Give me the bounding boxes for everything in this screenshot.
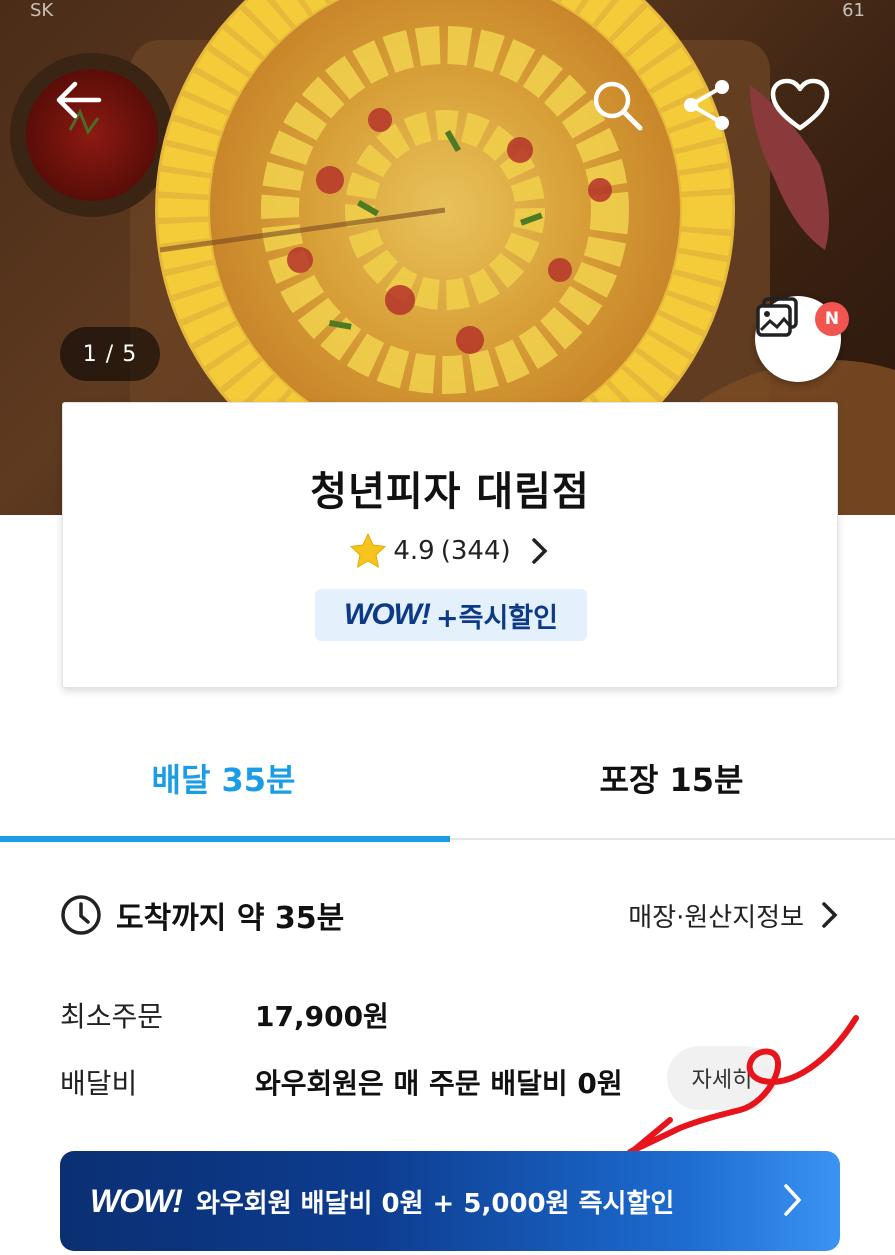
image-pager: 1 / 5	[60, 327, 160, 381]
heart-icon	[770, 78, 830, 131]
favorite-button[interactable]	[770, 78, 842, 142]
order-type-tabs: 배달 35분 포장 15분	[0, 714, 895, 844]
wow-discount-label: +즉시할인	[435, 602, 558, 634]
back-arrow-icon	[56, 81, 102, 119]
chevron-right-icon	[531, 538, 548, 564]
search-button[interactable]	[590, 78, 660, 142]
status-bar: SK 61	[30, 0, 865, 24]
tab-delivery[interactable]: 배달 35분	[0, 714, 447, 842]
tab-pickup[interactable]: 포장 15분	[448, 714, 895, 842]
store-info-card: 청년피자 대림점 4.9 (344) WOW! +즉시할인	[62, 402, 838, 688]
share-button[interactable]	[682, 78, 752, 142]
clock-icon	[61, 895, 101, 935]
eta-text: 도착까지 약 35분	[116, 901, 345, 936]
chevron-right-icon	[784, 1184, 802, 1216]
search-icon	[593, 81, 643, 131]
rating-link[interactable]: 4.9 (344)	[63, 533, 837, 569]
wow-promo-banner[interactable]: WOW! 와우회원 배달비 0원 + 5,000원 즉시할인	[60, 1151, 840, 1251]
wow-discount-tag: WOW! +즉시할인	[315, 589, 587, 641]
battery-label: 61	[842, 0, 865, 21]
eta-info: 도착까지 약 35분	[60, 893, 344, 937]
wow-promo-text: 와우회원 배달비 0원 + 5,000원 즉시할인	[195, 1188, 675, 1219]
store-name: 청년피자 대림점	[310, 469, 590, 515]
min-order-row: 최소주문 17,900원	[60, 995, 840, 1035]
store-origin-info-link[interactable]: 매장·원산지정보	[628, 893, 840, 937]
star-icon	[350, 533, 387, 568]
review-count: (344)	[440, 536, 511, 566]
delivery-fee-detail-button[interactable]: 자세히	[667, 1046, 777, 1110]
delivery-fee-label: 배달비	[60, 1067, 138, 1100]
store-origin-info-label: 매장·원산지정보	[628, 902, 804, 933]
share-icon	[684, 80, 729, 130]
back-button[interactable]	[55, 80, 125, 144]
store-detail-page: SK 61 1 / 5 N 청년피자 대림점 4.9 (344) WOW! +즉…	[0, 0, 895, 1255]
chevron-right-icon	[822, 902, 838, 928]
carrier-label: SK	[30, 0, 54, 21]
wow-logo: WOW!	[344, 598, 431, 631]
gallery-icon	[756, 297, 798, 337]
delivery-fee-value: 와우회원은 매 주문 배달비 0원	[255, 1067, 623, 1100]
min-order-label: 최소주문	[60, 1000, 164, 1033]
active-tab-indicator	[0, 836, 450, 842]
rating-value: 4.9	[393, 536, 435, 566]
delivery-fee-row: 배달비 와우회원은 매 주문 배달비 0원 자세히	[60, 1046, 840, 1110]
eta-row: 도착까지 약 35분 매장·원산지정보	[60, 893, 840, 943]
wow-logo: WOW!	[90, 1182, 183, 1219]
new-badge: N	[815, 302, 849, 336]
min-order-value: 17,900원	[255, 1000, 389, 1033]
